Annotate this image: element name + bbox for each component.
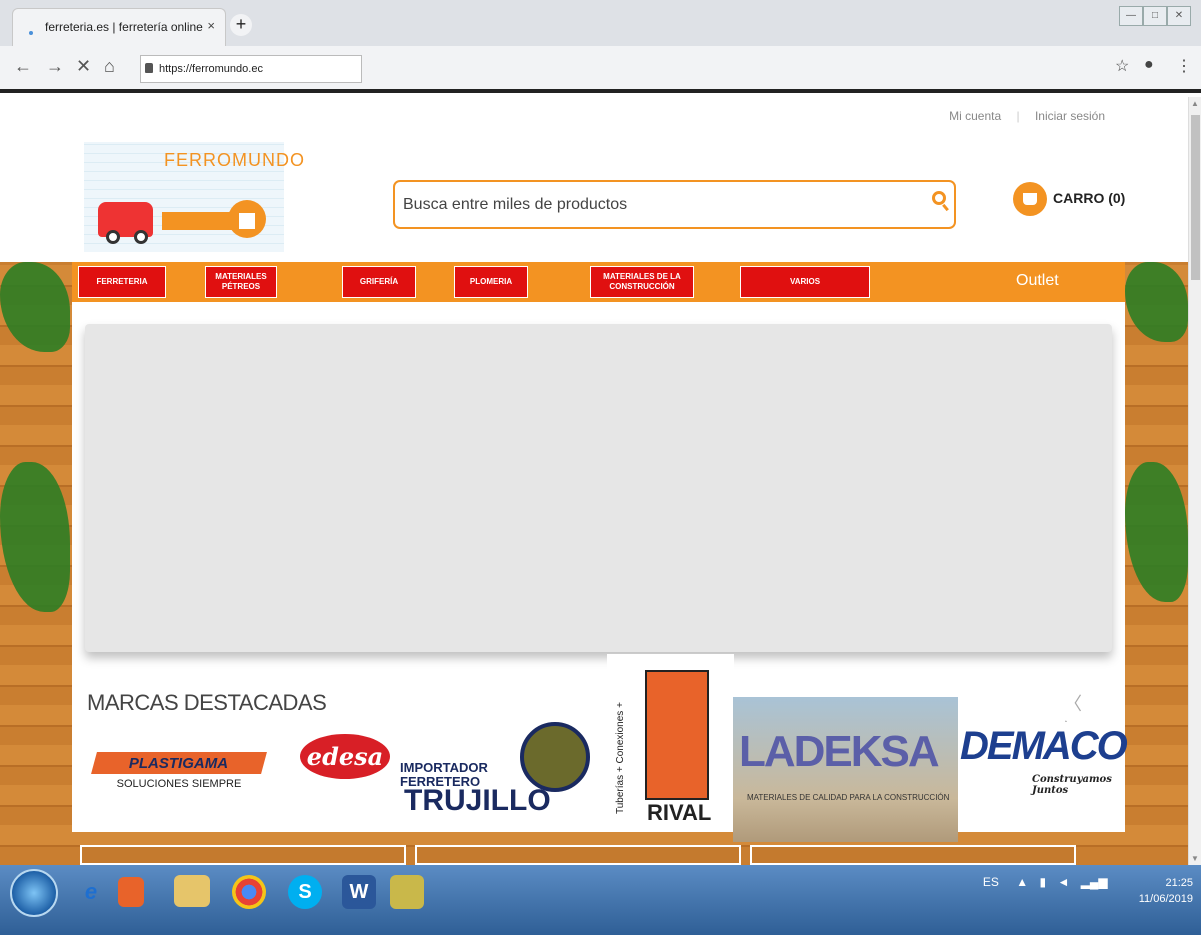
search-input[interactable] (403, 192, 903, 218)
start-button[interactable] (10, 869, 58, 917)
promo-banner[interactable] (750, 845, 1076, 865)
promo-banner[interactable] (80, 845, 406, 865)
back-arrow-icon[interactable]: ← (14, 56, 32, 77)
edesa-name: edesa (306, 742, 384, 771)
brands-prev-button[interactable]: 〈 (1064, 694, 1082, 714)
bookmark-star-icon[interactable]: ☆ (1115, 56, 1129, 76)
brand-edesa[interactable]: edesa (300, 734, 390, 779)
house-icon (228, 200, 266, 238)
new-tab-button[interactable]: + (230, 14, 252, 36)
browser-menu-icon[interactable]: ⋮ (1176, 56, 1192, 76)
outlook-icon[interactable] (118, 877, 144, 907)
hero-slider[interactable] (85, 324, 1112, 652)
main-menu: FERRETERIA MATERIALES PÉTREOS GRIFERÍA P… (72, 262, 1125, 302)
palm-leaf (0, 462, 70, 612)
menu-item-materiales-petreos[interactable]: MATERIALES PÉTREOS (205, 266, 277, 298)
menu-item-materiales-construccion[interactable]: MATERIALES DE LA CONSTRUCCIÓN (590, 266, 694, 298)
brand-plastigama[interactable]: PLASTIGAMA SOLUCIONES SIEMPRE (91, 752, 267, 812)
brand-trujillo[interactable]: IMPORTADOR FERRETERO TRUJILLO (400, 722, 605, 827)
globe-icon (520, 722, 590, 792)
plastigama-band: PLASTIGAMA (91, 752, 267, 774)
word-icon[interactable]: W (342, 875, 376, 909)
maximize-button[interactable]: □ (1143, 6, 1167, 26)
plastigama-tagline: SOLUCIONES SIEMPRE (116, 778, 242, 790)
language-indicator[interactable]: ES (983, 875, 999, 889)
app-icon[interactable] (390, 875, 424, 909)
menu-item-outlet[interactable]: Outlet (1016, 272, 1059, 290)
menu-item-ferreteria[interactable]: FERRETERIA (78, 266, 166, 298)
palm-leaf (1125, 462, 1188, 602)
menu-item-griferia[interactable]: GRIFERÍA (342, 266, 416, 298)
minimize-button[interactable]: — (1119, 6, 1143, 26)
skype-icon[interactable]: S (288, 875, 322, 909)
brand-rival[interactable]: Tuberías + Conexiones + RIVAL (607, 654, 734, 832)
palm-leaf (0, 262, 70, 352)
scroll-up-icon[interactable]: ▲ (1191, 99, 1199, 108)
account-separator: | (1016, 109, 1020, 123)
search-icon[interactable] (932, 191, 946, 205)
profile-icon[interactable]: ● (1144, 56, 1154, 74)
wheel-icon (106, 230, 120, 244)
signal-icon[interactable]: ▂▄▆ (1081, 875, 1108, 889)
palm-leaf (1125, 262, 1188, 342)
brand-demaco[interactable]: DEMACO Construyamos Juntos (958, 722, 1128, 802)
my-account-link[interactable]: Mi cuenta (949, 109, 1001, 123)
web-page: Mi cuenta | Iniciar sesión FERROMUNDO CA… (0, 97, 1188, 865)
rival-logo-block (645, 670, 709, 800)
close-window-button[interactable]: ✕ (1167, 6, 1191, 26)
scrollbar-thumb[interactable] (1191, 115, 1200, 280)
menu-item-varios[interactable]: VARIOS (740, 266, 870, 298)
browser-toolbar: ← → ✕ ⌂ https://ferromundo.ec ☆ ● ⋮ (0, 46, 1201, 93)
lock-icon (145, 63, 153, 73)
demaco-tagline: Construyamos Juntos (1032, 774, 1112, 796)
file-explorer-icon[interactable] (174, 875, 210, 907)
rival-name: RIVAL (647, 800, 712, 825)
basket-icon (1013, 182, 1047, 216)
clock[interactable]: 21:25 11/06/2019 (1139, 875, 1193, 907)
brand-ladeksa[interactable]: LADEKSA MATERIALES DE CALIDAD PARA LA CO… (733, 697, 958, 842)
internet-explorer-icon[interactable]: e (70, 871, 112, 913)
demaco-name: DEMACO (960, 724, 1128, 768)
clock-time: 21:25 (1165, 877, 1193, 889)
promo-banners (80, 845, 1080, 865)
volume-icon[interactable]: ◄ (1057, 875, 1069, 889)
chrome-icon[interactable] (232, 875, 266, 909)
cart-label: CARRO (0) (1053, 190, 1126, 206)
ladeksa-tagline: MATERIALES DE CALIDAD PARA LA CONSTRUCCI… (747, 793, 950, 802)
url-text: https://ferromundo.ec (159, 63, 263, 75)
page-scrollbar[interactable]: ▲ ▼ (1188, 97, 1201, 865)
search-box (393, 180, 956, 229)
taskbar: e S W ES ▲ ▮ ◄ ▂▄▆ 21:25 11/06/2019 (0, 865, 1201, 935)
home-icon[interactable]: ⌂ (104, 56, 115, 77)
logo-text: FERROMUNDO (164, 150, 305, 170)
address-bar[interactable]: https://ferromundo.ec (140, 55, 362, 83)
login-link[interactable]: Iniciar sesión (1035, 109, 1105, 123)
brands-title: MARCAS DESTACADAS (87, 690, 327, 715)
logo-bar (162, 212, 234, 230)
browser-tab[interactable]: ferreteria.es | ferretería online × (12, 8, 226, 46)
main-content: MARCAS DESTACADAS 〈 〉 (72, 302, 1125, 740)
window-controls: — □ ✕ (1119, 6, 1191, 26)
wheel-icon (134, 230, 148, 244)
network-icon[interactable]: ▮ (1040, 875, 1047, 889)
stop-icon[interactable]: ✕ (76, 56, 91, 77)
promo-banner[interactable] (415, 845, 741, 865)
clock-date: 11/06/2019 (1138, 893, 1193, 905)
account-links: Mi cuenta | Iniciar sesión (943, 109, 1111, 123)
ladeksa-name: LADEKSA (739, 727, 940, 776)
favicon-icon (29, 31, 33, 35)
scroll-down-icon[interactable]: ▼ (1191, 854, 1199, 863)
tray-arrow-icon[interactable]: ▲ (1016, 875, 1028, 889)
site-logo[interactable]: FERROMUNDO (84, 142, 304, 252)
tab-close-icon[interactable]: × (207, 18, 215, 33)
tab-title: ferreteria.es | ferretería online (45, 20, 203, 34)
browser-tabstrip: ferreteria.es | ferretería online × + — … (0, 0, 1201, 46)
brands-carousel: PLASTIGAMA SOLUCIONES SIEMPRE edesa IMPO… (72, 654, 1128, 842)
menu-item-plomeria[interactable]: PLOMERIA (454, 266, 528, 298)
plastigama-name: PLASTIGAMA (129, 754, 229, 772)
forward-arrow-icon[interactable]: → (46, 56, 64, 77)
rival-vertical-text: Tuberías + Conexiones + (615, 702, 626, 814)
trujillo-line1: IMPORTADOR (400, 760, 488, 775)
trujillo-name: TRUJILLO (404, 784, 551, 817)
